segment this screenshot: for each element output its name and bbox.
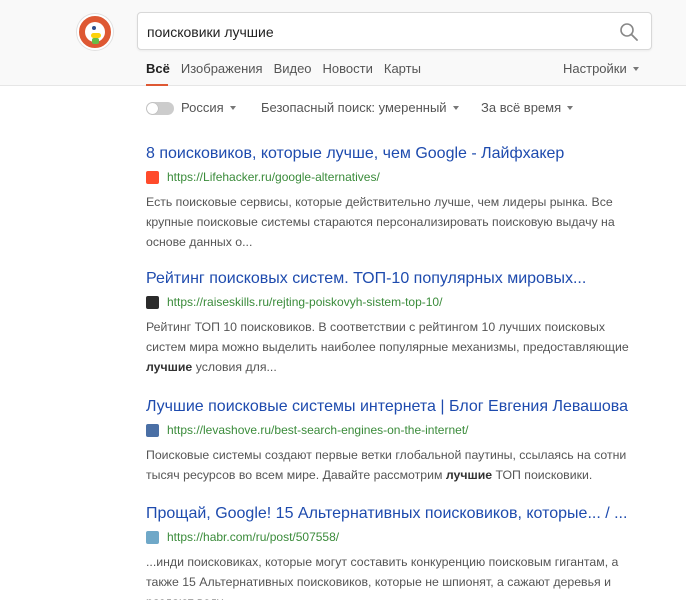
chevron-down-icon [567, 106, 574, 110]
snippet-text: условия для... [192, 360, 277, 374]
safe-search-filter[interactable]: Безопасный поиск: умеренный [261, 98, 459, 118]
search-result: Прощай, Google! 15 Альтернативных поиско… [146, 504, 646, 600]
chevron-down-icon [632, 67, 639, 71]
result-url[interactable]: https://habr.com/ru/post/507558/ [167, 529, 339, 545]
active-tab-underline [146, 84, 168, 86]
tab-images[interactable]: Изображения [181, 60, 263, 80]
snippet-text: Есть поисковые сервисы, которые действит… [146, 195, 615, 249]
result-title-link[interactable]: Лучшие поисковые системы интернета | Бло… [146, 397, 646, 417]
duck-tie [92, 38, 99, 44]
region-label: Россия [181, 100, 224, 115]
time-label: За всё время [481, 100, 562, 115]
snippet-text: ...инди поисковиках, которые могут соста… [146, 555, 619, 600]
time-filter[interactable]: За всё время [481, 98, 574, 118]
search-result: Лучшие поисковые системы интернета | Бло… [146, 397, 646, 485]
search-input[interactable] [147, 21, 607, 43]
result-snippet: Есть поисковые сервисы, которые действит… [146, 192, 646, 252]
result-title-link[interactable]: Рейтинг поисковых систем. ТОП-10 популяр… [146, 269, 646, 289]
toggle-knob [147, 103, 158, 114]
tab-all[interactable]: Всё [146, 60, 170, 80]
result-snippet: Рейтинг ТОП 10 поисковиков. В соответств… [146, 317, 646, 377]
search-result: 8 поисковиков, которые лучше, чем Google… [146, 144, 646, 252]
header-bar: Всё Изображения Видео Новости Карты Наст… [0, 0, 686, 86]
result-url-row: https://levashove.ru/best-search-engines… [146, 422, 646, 438]
chevron-down-icon [229, 106, 236, 110]
result-url-row: https://habr.com/ru/post/507558/ [146, 529, 646, 545]
search-result: Рейтинг поисковых систем. ТОП-10 популяр… [146, 269, 646, 377]
search-icon[interactable] [619, 22, 639, 42]
result-url[interactable]: https://Lifehacker.ru/google-alternative… [167, 169, 380, 185]
snippet-text: Рейтинг ТОП 10 поисковиков. В соответств… [146, 320, 629, 354]
lifehacker-favicon-icon [146, 170, 159, 184]
region-filter[interactable]: Россия [181, 98, 236, 118]
snippet-highlight: лучшие [445, 468, 493, 482]
search-tabs: Всё Изображения Видео Новости Карты [146, 60, 432, 86]
duckduckgo-logo[interactable] [77, 14, 113, 50]
result-snippet: ...инди поисковиках, которые могут соста… [146, 552, 646, 600]
result-title-link[interactable]: 8 поисковиков, которые лучше, чем Google… [146, 144, 646, 164]
tab-videos[interactable]: Видео [274, 60, 312, 80]
raiseskills-favicon-icon [146, 295, 159, 309]
safe-search-label: Безопасный поиск: умеренный [261, 100, 447, 115]
habr-favicon-icon [146, 530, 159, 544]
settings-dropdown[interactable]: Настройки [563, 60, 639, 78]
duck-eye [92, 26, 96, 30]
result-url-row: https://raiseskills.ru/rejting-poiskovyh… [146, 294, 646, 310]
result-snippet: Поисковые системы создают первые ветки г… [146, 445, 646, 485]
tab-maps[interactable]: Карты [384, 60, 421, 80]
result-title-link[interactable]: Прощай, Google! 15 Альтернативных поиско… [146, 504, 646, 524]
result-url[interactable]: https://levashove.ru/best-search-engines… [167, 422, 469, 438]
tab-news[interactable]: Новости [323, 60, 373, 80]
snippet-highlight: лучшие [146, 360, 193, 374]
snippet-text: ТОП поисковики. [492, 468, 593, 482]
search-box [137, 12, 652, 50]
settings-label: Настройки [563, 61, 627, 76]
levashove-favicon-icon [146, 423, 159, 437]
region-toggle[interactable] [146, 102, 174, 115]
result-url-row: https://Lifehacker.ru/google-alternative… [146, 169, 646, 185]
chevron-down-icon [452, 106, 459, 110]
result-url[interactable]: https://raiseskills.ru/rejting-poiskovyh… [167, 294, 442, 310]
